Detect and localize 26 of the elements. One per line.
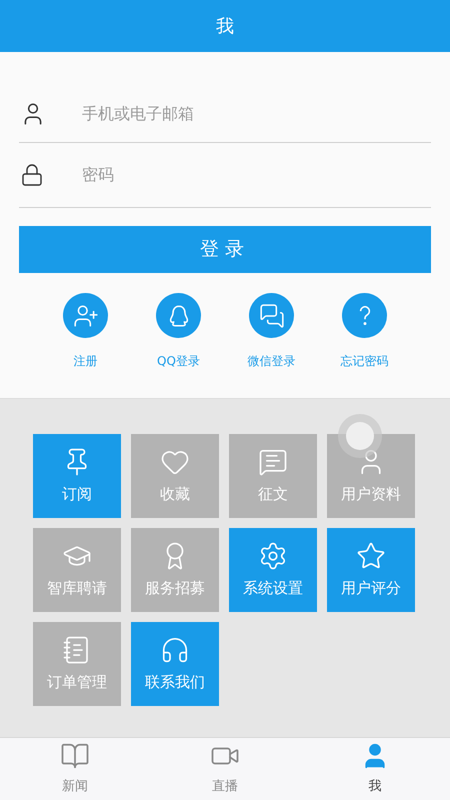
login-option[interactable]: 忘记密码 [334,293,396,370]
menu-tile[interactable]: 用户评分 [327,528,415,612]
open-book-icon [60,741,90,771]
menu-tile[interactable]: 收藏 [131,434,219,518]
menu-tile[interactable]: 智库聘请 [33,528,121,612]
login-button[interactable]: 登录 [19,226,431,273]
menu-tile[interactable]: 订阅 [33,434,121,518]
tab[interactable]: 我 [300,738,450,800]
menu-tile[interactable]: 服务招募 [131,528,219,612]
menu-tile[interactable]: 联系我们 [131,622,219,706]
login-option[interactable]: QQ登录 [148,293,210,370]
settings-icon [258,540,288,571]
password-field[interactable]: 密码 [82,163,431,187]
star-icon [356,540,386,571]
tab[interactable]: 直播 [150,738,300,800]
login-option[interactable]: 微信登录 [240,293,302,370]
chat-bubbles-icon [258,302,284,328]
tab[interactable]: 新闻 [0,738,150,800]
login-option[interactable]: 注册 [54,293,116,370]
menu-tile[interactable]: 订单管理 [33,622,121,706]
menu-tile[interactable]: 征文 [229,434,317,518]
lock-icon [20,163,44,187]
menu-tile[interactable]: 系统设置 [229,528,317,612]
page-title: 我 [216,14,234,38]
user-plus-icon [72,302,98,328]
account-field[interactable]: 手机或电子邮箱 [82,102,431,126]
